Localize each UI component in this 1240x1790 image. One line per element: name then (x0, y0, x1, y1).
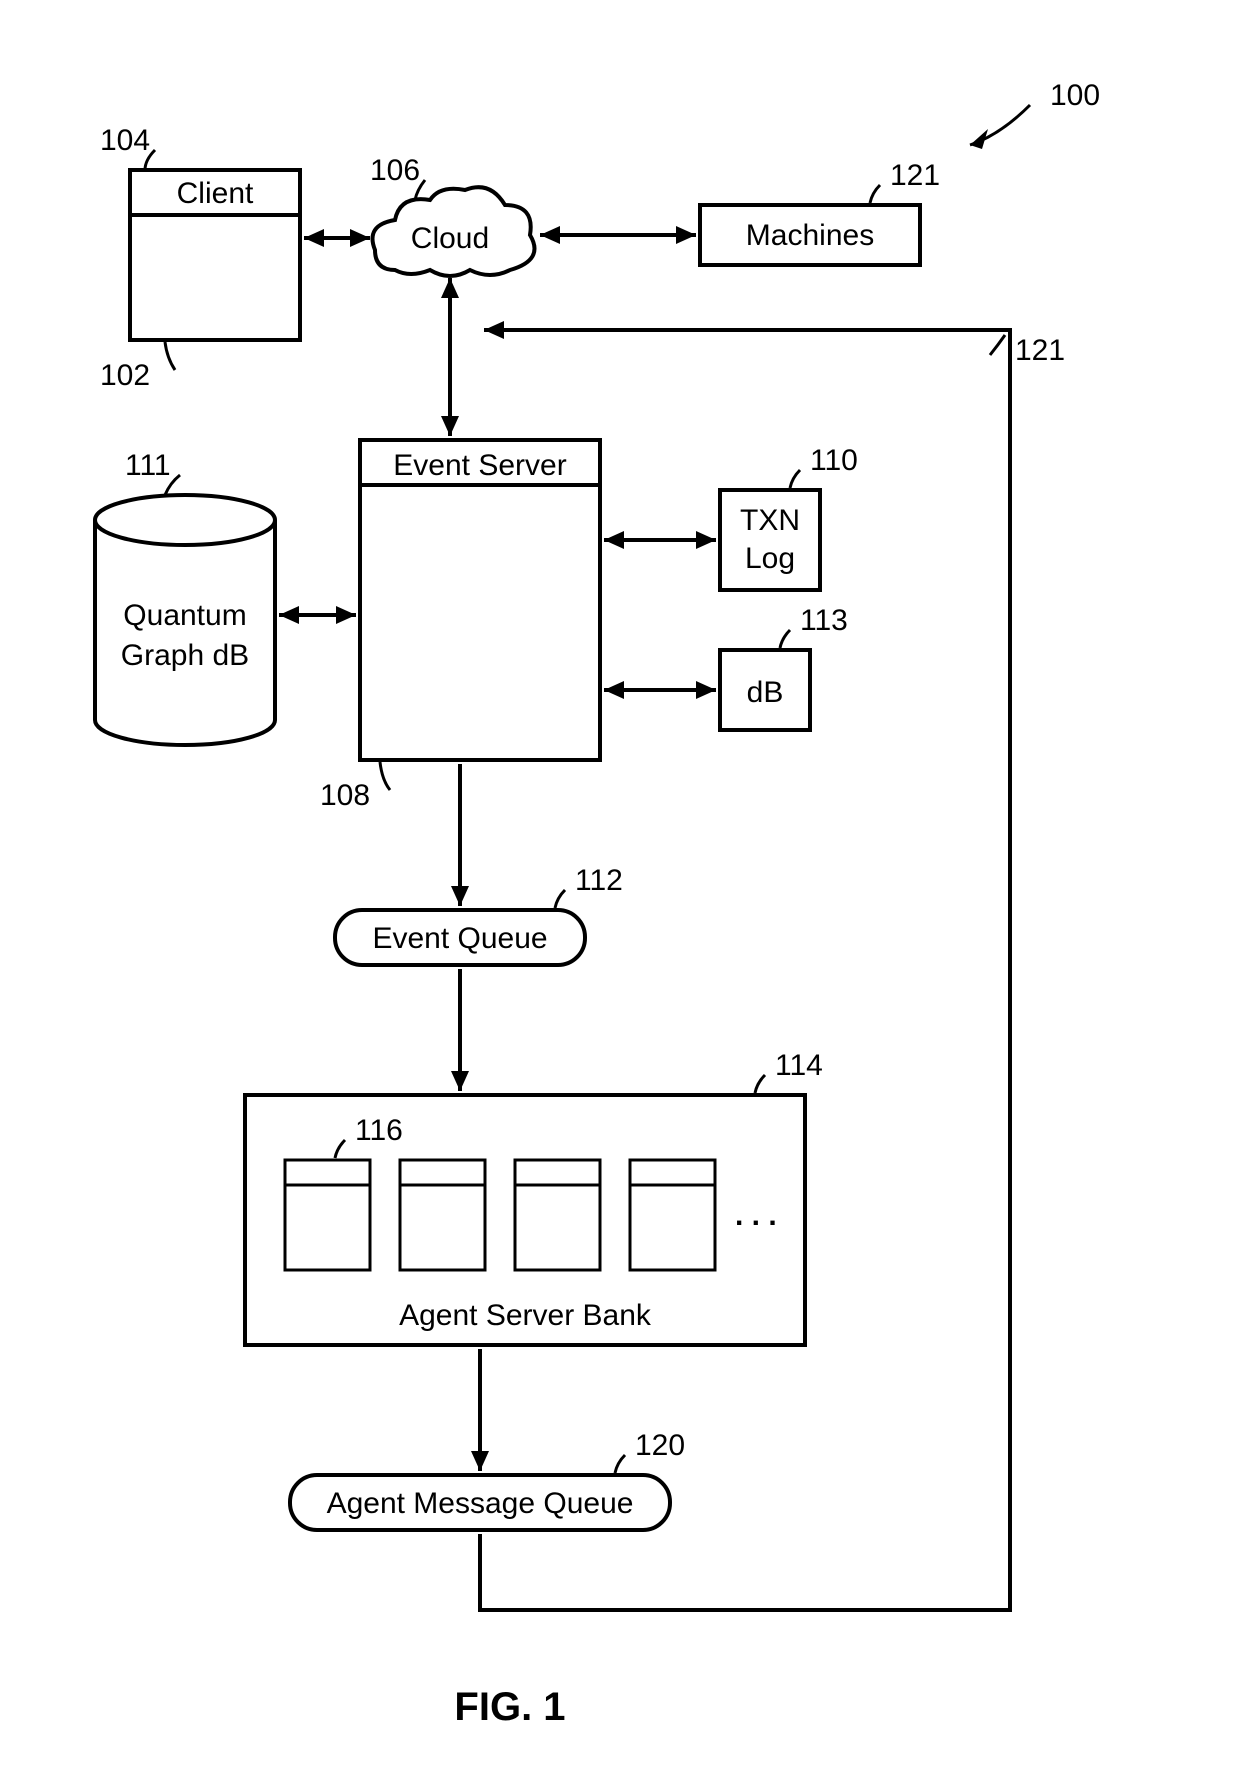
machines-label: Machines (746, 219, 874, 252)
event-server-label: Event Server (393, 449, 566, 482)
quantum-db-node: Quantum Graph dB 111 (95, 449, 275, 745)
cloud-ref: 106 (370, 154, 420, 187)
event-server-node: Event Server 108 (320, 440, 600, 812)
quantum-db-ref: 111 (125, 449, 171, 482)
conn-eventserver-eventqueue (451, 764, 469, 906)
agent-unit (400, 1160, 485, 1270)
agent-server-bank-node: Agent Server Bank . . . 114 116 (245, 1049, 823, 1345)
conn-eventqueue-agentbank (451, 969, 469, 1091)
figure-ref-label: 100 (1050, 79, 1100, 112)
agent-unit (285, 1160, 370, 1270)
quantum-db-label-bottom: Graph dB (121, 639, 249, 672)
agent-unit-ref: 116 (355, 1114, 403, 1147)
agent-bank-label: Agent Server Bank (399, 1299, 652, 1332)
machines-node: Machines 121 (700, 159, 940, 265)
client-label: Client (177, 177, 254, 210)
conn-cloud-machines (540, 226, 696, 244)
quantum-db-label-top: Quantum (123, 599, 246, 632)
cloud-label: Cloud (411, 222, 489, 255)
agent-mq-ref: 120 (635, 1429, 685, 1462)
conn-client-cloud (304, 229, 370, 247)
cloud-node: Cloud 106 (370, 154, 535, 276)
agent-unit (515, 1160, 600, 1270)
figure-caption: FIG. 1 (454, 1685, 565, 1729)
agent-unit (630, 1160, 715, 1270)
db-ref: 113 (800, 604, 848, 637)
txn-log-label-top: TXN (740, 504, 800, 537)
conn-agentbank-agentmq (471, 1349, 489, 1471)
figure-ref: 100 (970, 79, 1100, 149)
event-queue-label: Event Queue (372, 922, 547, 955)
agent-bank-ref: 114 (775, 1049, 823, 1082)
feedback-ref: 121 (1015, 334, 1065, 367)
event-queue-ref: 112 (575, 864, 623, 897)
event-server-ref: 108 (320, 779, 370, 812)
client-ref: 104 (100, 124, 150, 157)
client-container-ref: 102 (100, 359, 150, 392)
conn-quantumdb-eventserver (279, 606, 356, 624)
txn-log-node: TXN Log 110 (720, 444, 858, 590)
machines-ref: 121 (890, 159, 940, 192)
conn-eventserver-db (604, 681, 716, 699)
db-label: dB (747, 676, 784, 709)
agent-message-queue-node: Agent Message Queue 120 (290, 1429, 685, 1530)
db-node: dB 113 (720, 604, 848, 730)
client-node: Client 104 102 (100, 124, 300, 392)
agent-mq-label: Agent Message Queue (327, 1487, 634, 1520)
txn-log-ref: 110 (810, 444, 858, 477)
conn-eventserver-txnlog (604, 531, 716, 549)
conn-cloud-eventserver (441, 278, 459, 436)
txn-log-label-bottom: Log (745, 542, 795, 575)
agent-bank-ellipsis: . . . (735, 1199, 777, 1232)
event-queue-node: Event Queue 112 (335, 864, 623, 965)
